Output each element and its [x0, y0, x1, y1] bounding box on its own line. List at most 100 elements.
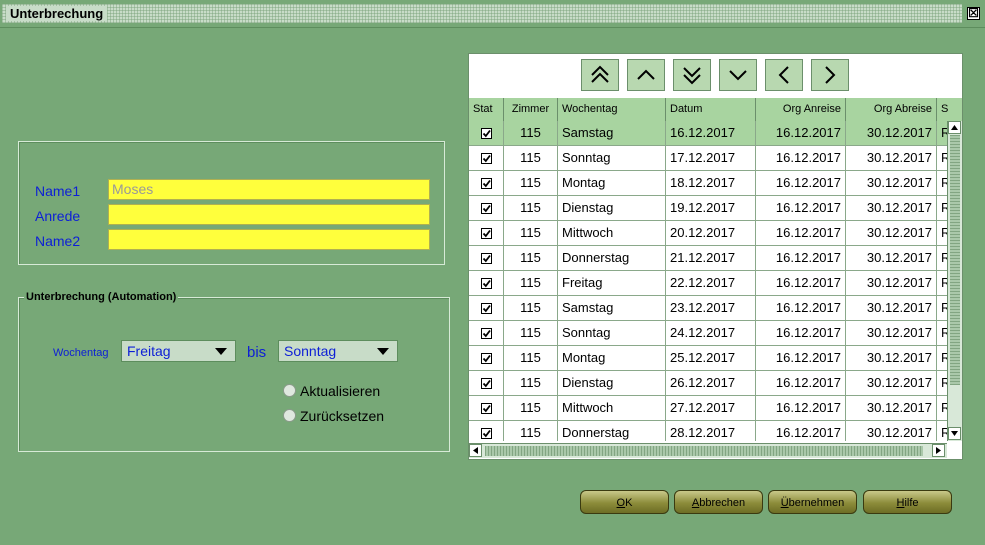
table-row[interactable]: 115 Sonntag 24.12.2017 16.12.2017 30.12.2017…	[469, 321, 947, 346]
cell-stat[interactable]	[469, 396, 504, 420]
cell-org-anreise: 16.12.2017	[756, 221, 846, 245]
table-row[interactable]: 115Montag18.12.201716.12.201730.12.2017R	[469, 171, 947, 196]
cell-s: R	[937, 371, 947, 395]
checkbox-checked-icon[interactable]	[480, 328, 492, 339]
table-row[interactable]: 115 Samstag 23.12.2017 16.12.2017 30.12.2017…	[469, 296, 947, 321]
cell-datum: 27.12.2017	[666, 396, 756, 420]
checkbox-checked-icon[interactable]	[480, 203, 492, 214]
column-header-s[interactable]: S	[937, 98, 962, 121]
checkbox-checked-icon[interactable]	[480, 303, 492, 314]
scroll-right-button[interactable]	[932, 444, 945, 457]
cell-zimmer: 115	[504, 421, 558, 441]
vertical-scroll-thumb[interactable]	[950, 135, 960, 385]
name1-field[interactable]: Moses	[108, 179, 430, 200]
table-row[interactable]: 115 Samstag 16.12.2017 16.12.2017 30.12.2017…	[469, 121, 947, 146]
cancel-button[interactable]: Abbrechen	[674, 490, 763, 514]
cell-org-anreise: 16.12.2017	[756, 171, 846, 195]
nav-next-button[interactable]	[719, 59, 757, 91]
table-body: 115 Samstag 16.12.2017 16.12.2017 30.12.2017…	[469, 121, 947, 441]
weekday-from-select[interactable]: Freitag	[121, 340, 236, 362]
anrede-field[interactable]	[108, 204, 430, 225]
name1-label: Name1	[35, 183, 81, 199]
weekday-to-select[interactable]: Sonntag	[278, 340, 398, 362]
radio-update[interactable]: Aktualisieren	[283, 383, 380, 399]
nav-last-button[interactable]	[673, 59, 711, 91]
table-row[interactable]: 115 Freitag 22.12.2017 16.12.2017 30.12.2017…	[469, 271, 947, 296]
table-row[interactable]: 115 Mittwoch 27.12.2017 16.12.2017 30.12.201…	[469, 396, 947, 421]
column-header-datum[interactable]: Datum	[666, 98, 756, 121]
table-row[interactable]: 115 Mittwoch 20.12.2017 16.12.2017 30.12.201…	[469, 221, 947, 246]
cell-s: R	[937, 146, 947, 170]
checkbox-checked-icon[interactable]	[480, 278, 492, 289]
column-header-org-abreise[interactable]: Org Abreise	[846, 98, 937, 121]
cell-stat[interactable]	[469, 346, 504, 370]
cell-wochentag: Sonntag	[558, 146, 666, 170]
nav-right-button[interactable]	[811, 59, 849, 91]
close-icon[interactable]: ☒	[967, 7, 980, 20]
cell-org-abreise: 30.12.2017	[846, 396, 937, 420]
cell-wochentag: Dienstag	[558, 196, 666, 220]
nav-left-button[interactable]	[765, 59, 803, 91]
checkbox-checked-icon[interactable]	[480, 153, 492, 164]
cell-stat[interactable]	[469, 421, 504, 441]
vertical-scrollbar[interactable]	[947, 121, 962, 441]
left-chevron-icon	[778, 66, 789, 84]
table-row[interactable]: 115 Dienstag 19.12.2017 16.12.2017 30.12.201…	[469, 196, 947, 221]
cell-s: R	[937, 171, 947, 195]
scroll-down-button[interactable]	[948, 427, 961, 440]
ok-button[interactable]: OK	[580, 490, 669, 514]
column-header-org-anreise[interactable]: Org Anreise	[756, 98, 846, 121]
checkbox-checked-icon[interactable]	[480, 178, 492, 189]
checkbox-checked-icon[interactable]	[480, 253, 492, 264]
scroll-up-button[interactable]	[948, 121, 961, 134]
name2-field[interactable]	[108, 229, 430, 250]
column-header-wochentag[interactable]: Wochentag	[558, 98, 666, 121]
radio-reset-label: Zurücksetzen	[300, 408, 385, 424]
cell-stat[interactable]	[469, 321, 504, 345]
cell-stat[interactable]	[469, 371, 504, 395]
cell-stat[interactable]	[469, 171, 504, 195]
chevron-down-icon	[377, 348, 389, 355]
cell-org-abreise: 30.12.2017	[846, 171, 937, 195]
checkbox-checked-icon[interactable]	[480, 128, 492, 139]
scroll-left-button[interactable]	[469, 444, 482, 457]
cell-org-abreise: 30.12.2017	[846, 246, 937, 270]
cell-stat[interactable]	[469, 196, 504, 220]
table-row[interactable]: 115Montag25.12.201716.12.201730.12.2017R	[469, 346, 947, 371]
checkbox-checked-icon[interactable]	[480, 403, 492, 414]
apply-button[interactable]: Übernehmen	[768, 490, 857, 514]
table-row[interactable]: 115 Dienstag 26.12.2017 16.12.2017 30.12.201…	[469, 371, 947, 396]
cell-stat[interactable]	[469, 246, 504, 270]
nav-first-button[interactable]	[581, 59, 619, 91]
cell-org-anreise: 16.12.2017	[756, 271, 846, 295]
cell-zimmer: 115	[504, 396, 558, 420]
column-header-zimmer[interactable]: Zimmer	[504, 98, 558, 121]
checkbox-checked-icon[interactable]	[480, 353, 492, 364]
cell-org-anreise: 16.12.2017	[756, 346, 846, 370]
cell-org-anreise: 16.12.2017	[756, 196, 846, 220]
cell-zimmer: 115	[504, 196, 558, 220]
checkbox-checked-icon[interactable]	[480, 428, 492, 439]
table-row[interactable]: 115 Donnerstag 28.12.2017 16.12.2017 30.12.2…	[469, 421, 947, 441]
cell-org-abreise: 30.12.2017	[846, 221, 937, 245]
help-button[interactable]: Hilfe	[863, 490, 952, 514]
nav-previous-button[interactable]	[627, 59, 665, 91]
horizontal-scroll-thumb[interactable]	[485, 446, 923, 456]
cell-stat[interactable]	[469, 146, 504, 170]
checkbox-checked-icon[interactable]	[480, 228, 492, 239]
cell-zimmer: 115	[504, 121, 558, 145]
table-row[interactable]: 115 Sonntag 17.12.2017 16.12.2017 30.12.2017…	[469, 146, 947, 171]
column-header-stat[interactable]: Stat	[469, 98, 504, 121]
cell-stat[interactable]	[469, 271, 504, 295]
cell-stat[interactable]	[469, 221, 504, 245]
radio-reset[interactable]: Zurücksetzen	[283, 408, 384, 424]
cell-stat[interactable]	[469, 121, 504, 145]
table-row[interactable]: 115 Donnerstag 21.12.2017 16.12.2017 30.12.2…	[469, 246, 947, 271]
cell-wochentag: Samstag	[558, 296, 666, 320]
cell-datum: 26.12.2017	[666, 371, 756, 395]
cell-stat[interactable]	[469, 296, 504, 320]
horizontal-scrollbar[interactable]	[469, 443, 947, 458]
table-header: Stat Zimmer Wochentag Datum Org Anreise …	[469, 98, 962, 121]
radio-circle-icon	[283, 409, 296, 422]
checkbox-checked-icon[interactable]	[480, 378, 492, 389]
